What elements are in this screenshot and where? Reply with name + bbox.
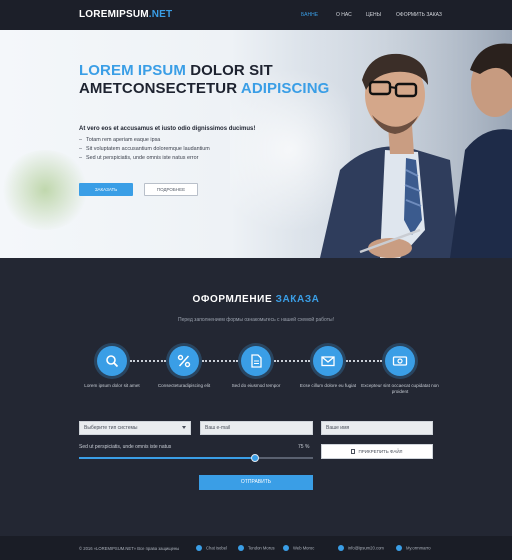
step-2 xyxy=(169,346,199,376)
search-icon xyxy=(106,355,119,368)
footer: © 2016 «LOREMIPSUM.NET» Все права защище… xyxy=(0,536,512,560)
range-slider[interactable] xyxy=(79,454,313,462)
range-slider-fill xyxy=(79,457,255,459)
hero-bullet: – Totam rem aperiam eaque ipsa xyxy=(79,137,161,143)
submit-button[interactable]: ОТПРАВИТЬ xyxy=(199,475,313,490)
hero-businessmen-image xyxy=(300,30,512,258)
site-logo[interactable]: LOREMIPSUM.NET xyxy=(79,9,172,20)
skype-icon xyxy=(396,545,402,551)
name-field[interactable]: Ваше имя xyxy=(321,421,433,435)
landing-page: LOREMIPSUM.NET БАННЕ О НАС ЦЕНЫ ОФОРМИТЬ… xyxy=(0,0,512,560)
hero-bullet-text: Sed ut perspiciatis, unde omnis iste nat… xyxy=(86,155,199,161)
system-type-select[interactable]: Выберите тип системы xyxy=(79,421,191,435)
system-type-value: Выберите тип системы xyxy=(84,425,138,431)
document-icon xyxy=(251,354,262,368)
order-button[interactable]: ЗАКАЗАТЬ xyxy=(79,183,133,196)
attach-file-label: ПРИКРЕПИТЬ ФАЙЛ xyxy=(358,449,403,454)
footer-contact-label: My.ormmarro xyxy=(406,545,431,551)
footer-contact-label: Tendon Morus xyxy=(248,545,275,551)
step-connector xyxy=(130,360,166,362)
footer-contact-web[interactable]: Web Moroc xyxy=(283,545,314,551)
step-label: Excepteur sint occaecat cupidatat non pr… xyxy=(361,383,439,394)
hero-title-line2: AMETCONSECTETUR ADIPISCING xyxy=(79,80,329,97)
footer-contact-label: info@ipsum20.com xyxy=(348,545,384,551)
range-value: 75 % xyxy=(298,444,310,450)
copyright-text: © 2016 «LOREMIPSUM.NET» Все права защище… xyxy=(79,546,180,551)
file-icon xyxy=(351,449,356,454)
web-icon xyxy=(283,545,289,551)
hero-title-text-1: DOLOR SIT xyxy=(185,62,273,79)
step-3 xyxy=(241,346,271,376)
step-4 xyxy=(313,346,343,376)
logo-text-main: LOREMIPSUM xyxy=(79,9,149,20)
phone-icon xyxy=(238,545,244,551)
chevron-down-icon xyxy=(182,426,186,429)
nav-item-about[interactable]: О НАС xyxy=(336,12,352,18)
hero-bullet-text: Sit voluptatem accusantium doloremque la… xyxy=(86,146,210,152)
footer-contact-label: Chat isobel xyxy=(206,545,227,551)
step-1 xyxy=(97,346,127,376)
more-details-button[interactable]: ПОДРОБНЕЕ xyxy=(144,183,198,196)
money-icon xyxy=(392,356,408,366)
hero-title-highlight-1: LOREM IPSUM xyxy=(79,62,186,79)
order-section-title: ОФОРМЛЕНИЕ ЗАКАЗА xyxy=(0,294,512,305)
top-header: LOREMIPSUM.NET БАННЕ О НАС ЦЕНЫ ОФОРМИТЬ… xyxy=(0,0,512,30)
hero-bokeh-plant xyxy=(0,150,90,230)
order-title-white: ОФОРМЛЕНИЕ xyxy=(192,294,273,305)
hero-bullet: – Sit voluptatem accusantium doloremque l… xyxy=(79,146,210,152)
hero-subtitle: At vero eos et accusamus et iusto odio d… xyxy=(79,126,256,132)
footer-contact-email[interactable]: info@ipsum20.com xyxy=(338,545,384,551)
hero-title-line1: LOREM IPSUM DOLOR SIT xyxy=(79,62,273,79)
nav-item-prices[interactable]: ЦЕНЫ xyxy=(366,12,381,18)
step-connector xyxy=(346,360,382,362)
hero-title-text-2: AMETCONSECTETUR xyxy=(79,80,241,97)
footer-contact-label: Web Moroc xyxy=(293,545,315,551)
step-5 xyxy=(385,346,415,376)
footer-contact-location[interactable]: Chat isobel xyxy=(196,545,227,551)
logo-text-domain: .NET xyxy=(148,9,173,20)
footer-contact-skype[interactable]: My.ormmarro xyxy=(396,545,431,551)
range-slider-thumb[interactable] xyxy=(250,454,259,462)
mail-icon xyxy=(338,545,344,551)
percent-icon xyxy=(177,354,191,368)
order-section-subtitle: Перед заполнением формы ознакомьтесь с н… xyxy=(178,317,334,323)
email-field[interactable]: Ваш e-mail xyxy=(200,421,313,435)
hero-bullet: – Sed ut perspiciatis, unde omnis iste na… xyxy=(79,155,199,161)
range-label: Sed ut perspiciatis, unde omnis iste nat… xyxy=(79,444,172,450)
attach-file-button[interactable]: ПРИКРЕПИТЬ ФАЙЛ xyxy=(321,444,433,459)
nav-item-order[interactable]: ОФОРМИТЬ ЗАКАЗ xyxy=(396,12,442,18)
nav-item-banner[interactable]: БАННЕ xyxy=(301,12,318,18)
order-title-blue: ЗАКАЗА xyxy=(275,294,320,305)
hero-bullet-text: Totam rem aperiam eaque ipsa xyxy=(86,137,161,143)
location-icon xyxy=(196,545,202,551)
footer-contact-phone[interactable]: Tendon Morus xyxy=(238,545,275,551)
hero-title-highlight-2: ADIPISCING xyxy=(240,80,330,97)
step-connector xyxy=(202,360,238,362)
step-connector xyxy=(274,360,310,362)
mail-icon xyxy=(321,356,335,367)
